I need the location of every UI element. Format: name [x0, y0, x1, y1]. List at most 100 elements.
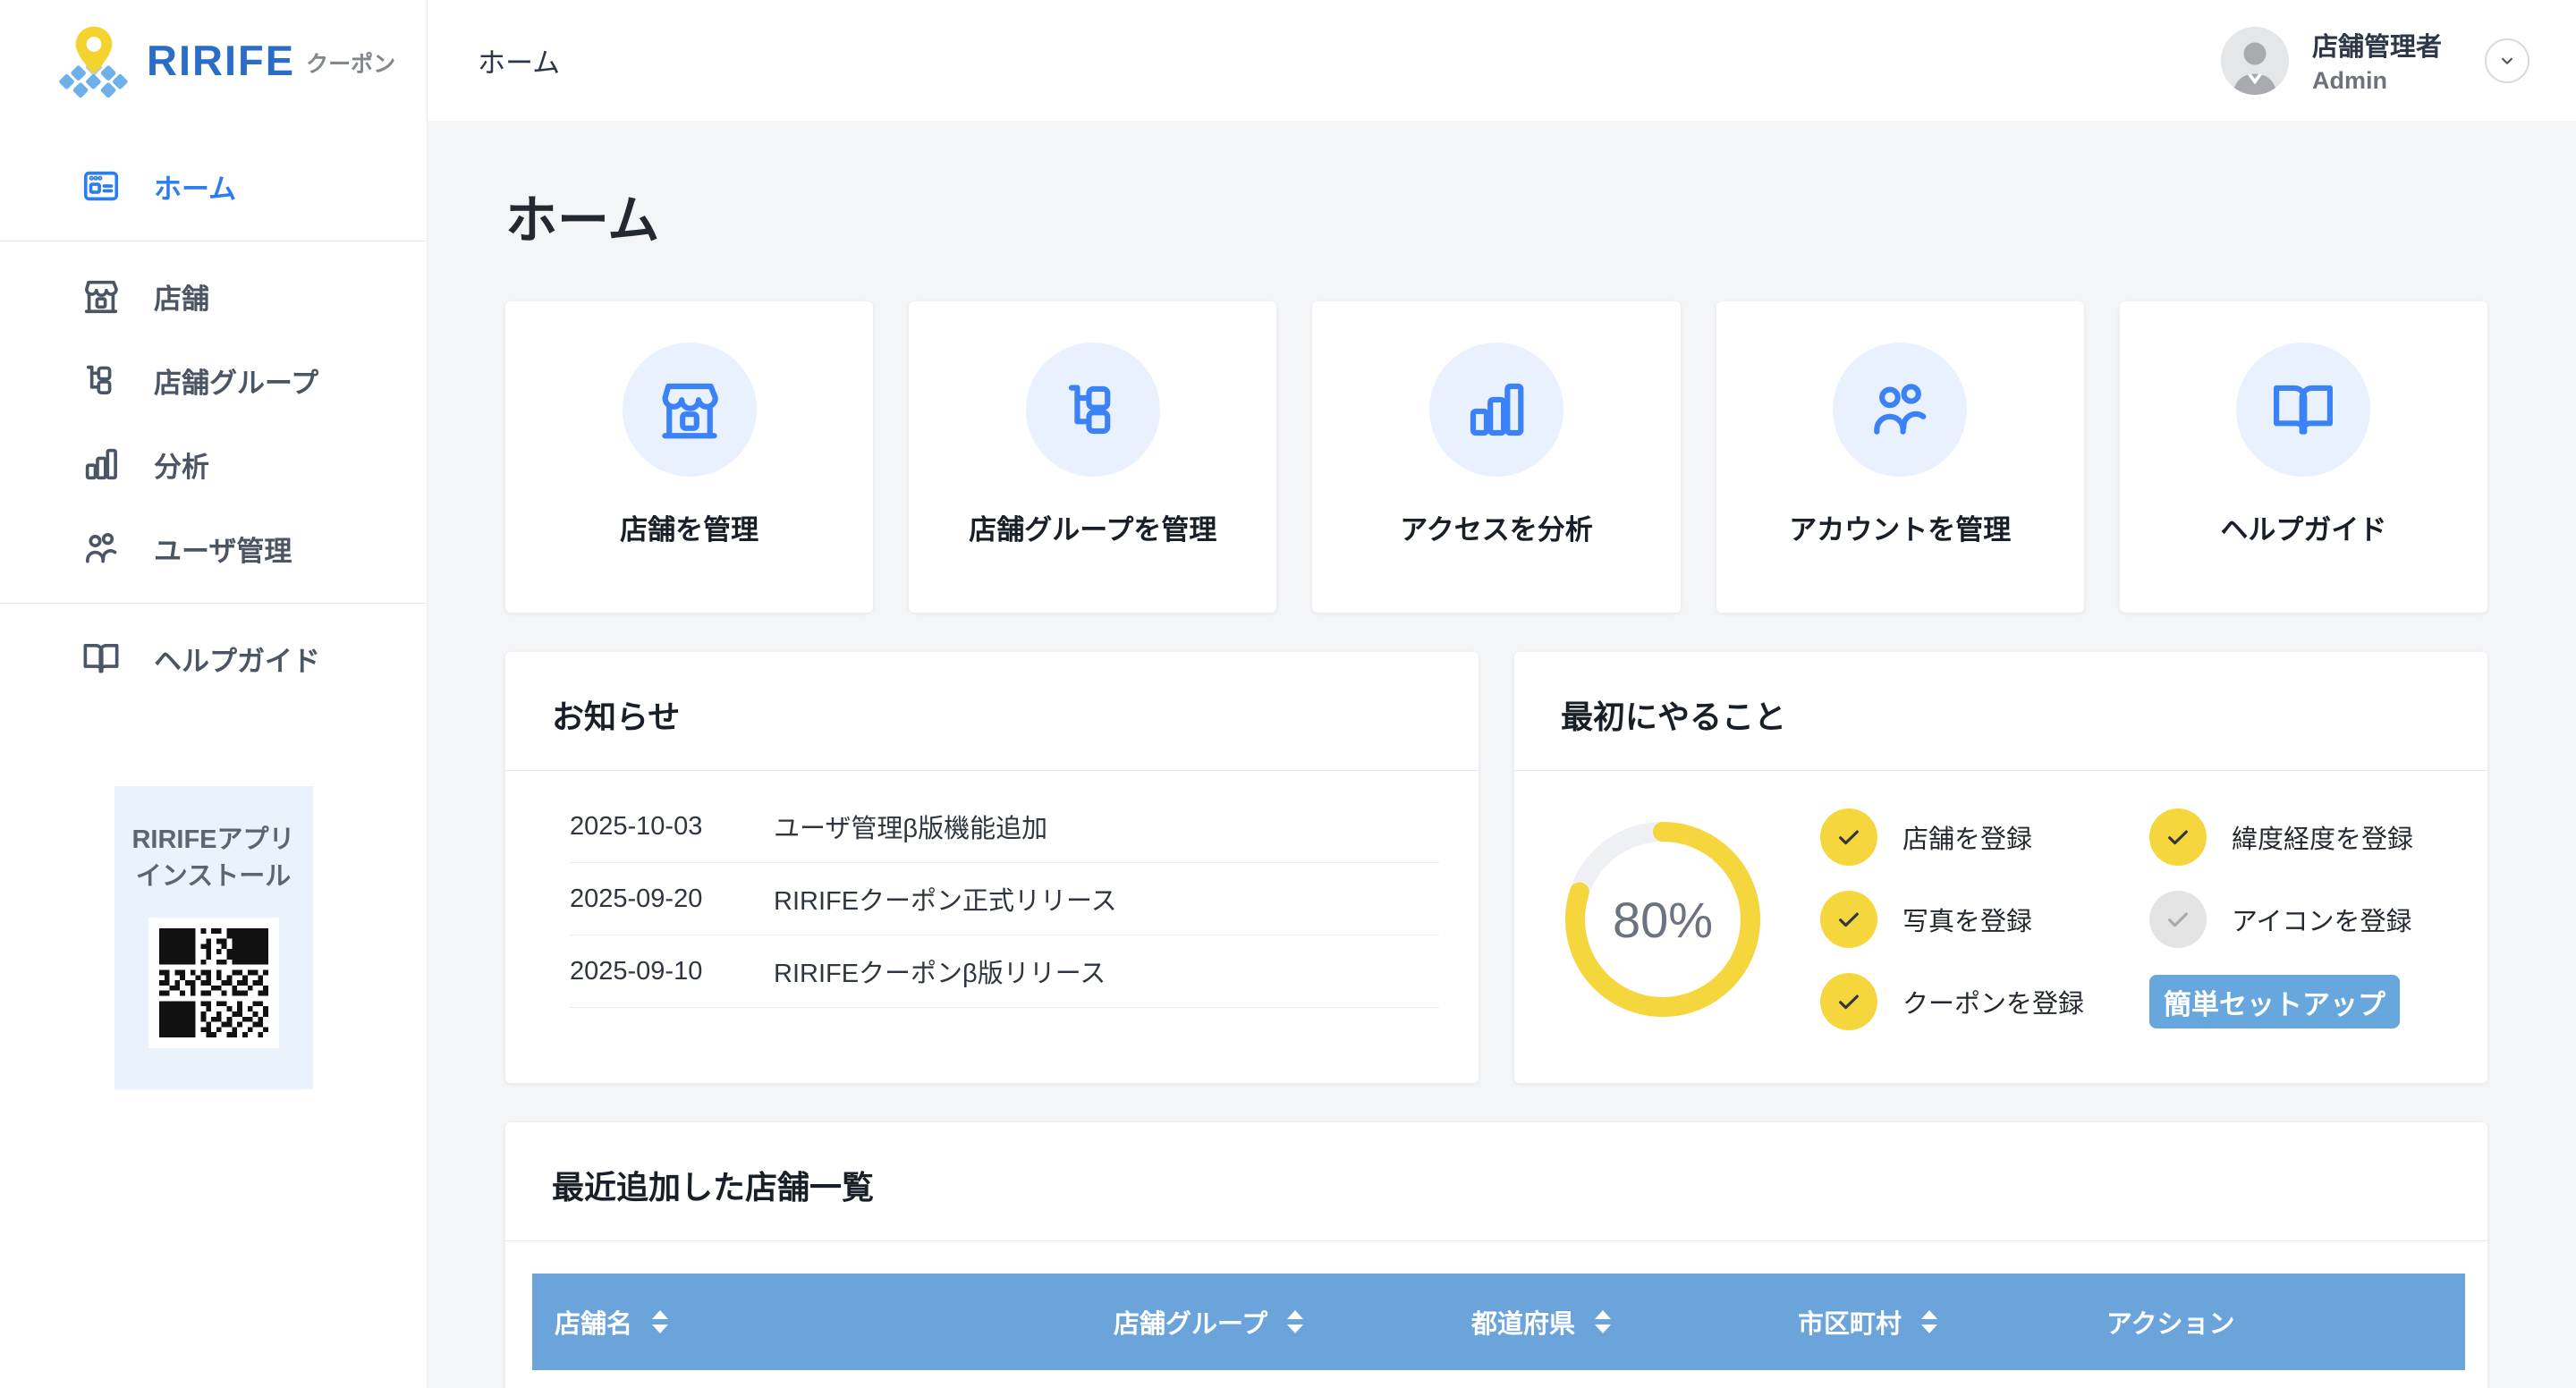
qr-code [148, 918, 279, 1048]
task-item: アイコンを登録 [2149, 891, 2413, 948]
store-icon [623, 343, 757, 477]
brand-logo[interactable]: RIRIFE クーポン [0, 0, 427, 121]
task-label: 写真を登録 [1902, 901, 2032, 938]
task-item: 緯度経度を登録 [2149, 808, 2413, 866]
book-icon [2236, 343, 2370, 477]
card-label: ヘルプガイド [2220, 507, 2386, 547]
news-item[interactable]: 2025-09-10 RIRIFEクーポンβ版リリース [570, 935, 1439, 1008]
column-header-action: アクション [2106, 1303, 2235, 1341]
chart-icon [1429, 343, 1563, 477]
app-install-box: RIRIFEアプリ インストール [114, 786, 313, 1089]
topbar: ホーム 店舗管理者 Admin [428, 0, 2576, 121]
news-date: 2025-10-03 [570, 812, 774, 842]
sidebar-item-user-management[interactable]: ユーザ管理 [0, 506, 427, 590]
column-header-city[interactable]: 市区町村 [1798, 1303, 2106, 1341]
news-title: お知らせ [505, 652, 1479, 770]
card-label: 店舗グループを管理 [969, 507, 1216, 547]
check-icon [1820, 808, 1877, 866]
sidebar: RIRIFE クーポン ホーム 店舗 店舗グループ 分析 ユーザ管理 ヘルプガ [0, 0, 428, 1388]
home-icon [80, 165, 122, 207]
sidebar-item-analytics[interactable]: 分析 [0, 422, 427, 506]
column-header-prefecture[interactable]: 都道府県 [1471, 1303, 1798, 1341]
sidebar-item-home[interactable]: ホーム [0, 144, 427, 228]
check-icon [1820, 891, 1877, 948]
easy-setup-button[interactable]: 簡単セットアップ [2149, 975, 2400, 1028]
book-icon [80, 638, 122, 679]
group-icon [80, 360, 122, 401]
sidebar-nav: ホーム 店舗 店舗グループ 分析 ユーザ管理 ヘルプガイド [0, 121, 427, 700]
getting-started-title: 最初にやること [1514, 652, 2487, 770]
card-manage-accounts[interactable]: アカウントを管理 [1716, 301, 2084, 613]
news-panel: お知らせ 2025-10-03 ユーザ管理β版機能追加 2025-09-20 R… [505, 652, 1479, 1083]
sidebar-item-label: 分析 [154, 444, 209, 485]
store-icon [80, 275, 122, 317]
card-help-guide[interactable]: ヘルプガイド [2120, 301, 2487, 613]
news-item[interactable]: 2025-09-20 RIRIFEクーポン正式リリース [570, 863, 1439, 935]
card-label: アカウントを管理 [1789, 507, 2011, 547]
news-date: 2025-09-10 [570, 957, 774, 986]
task-item: クーポンを登録 [1820, 973, 2135, 1030]
task-item: 店舗を登録 [1820, 808, 2135, 866]
recent-stores-panel: 最近追加した店舗一覧 店舗名 店舗グループ 都道府県 市区町村 [505, 1122, 2487, 1388]
sidebar-item-label: 店舗 [154, 276, 209, 317]
user-role: 店舗管理者 [2312, 26, 2442, 63]
sidebar-item-label: ホーム [154, 166, 236, 207]
table-header-row: 店舗名 店舗グループ 都道府県 市区町村 アクション [532, 1274, 2465, 1370]
card-manage-store-groups[interactable]: 店舗グループを管理 [909, 301, 1276, 613]
sidebar-item-help-guide[interactable]: ヘルプガイド [0, 616, 427, 700]
check-icon [2149, 891, 2207, 948]
recent-stores-title: 最近追加した店舗一覧 [505, 1122, 2487, 1240]
group-icon [1026, 343, 1160, 477]
sort-icon [652, 1310, 668, 1333]
breadcrumb: ホーム [478, 40, 560, 80]
task-label: クーポンを登録 [1902, 983, 2084, 1020]
card-label: 店舗を管理 [620, 507, 758, 547]
user-block: 店舗管理者 Admin [2221, 26, 2529, 95]
sidebar-item-label: 店舗グループ [154, 360, 318, 401]
news-date: 2025-09-20 [570, 884, 774, 914]
progress-percent-label: 80% [1555, 812, 1770, 1027]
chart-icon [80, 444, 122, 485]
chevron-down-icon [2496, 49, 2519, 72]
task-column-1: 店舗を登録 写真を登録 クーポンを登録 [1820, 808, 2135, 1055]
task-label: アイコンを登録 [2232, 901, 2412, 938]
brand-name: RIRIFE [147, 39, 295, 81]
content: ホーム 店舗を管理 店舗グループを管理 アクセスを分析 アカウントを管理 ヘルプ… [428, 121, 2576, 1388]
news-list: 2025-10-03 ユーザ管理β版機能追加 2025-09-20 RIRIFE… [570, 791, 1439, 1008]
column-header-store-name[interactable]: 店舗名 [555, 1303, 1114, 1341]
app-install-line2: インストール [114, 859, 313, 895]
news-item[interactable]: 2025-10-03 ユーザ管理β版機能追加 [570, 791, 1439, 863]
app-install-line1: RIRIFEアプリ [114, 822, 313, 859]
card-analyze-access[interactable]: アクセスを分析 [1312, 301, 1680, 613]
divider [505, 770, 1479, 771]
task-label: 店舗を登録 [1902, 818, 2032, 856]
sidebar-item-label: ユーザ管理 [154, 529, 292, 569]
progress-donut: 80% [1555, 812, 1770, 1027]
task-item: 写真を登録 [1820, 891, 2135, 948]
sidebar-divider [0, 603, 427, 604]
sidebar-item-label: ヘルプガイド [154, 639, 320, 679]
sort-icon [1595, 1310, 1611, 1333]
user-menu-button[interactable] [2485, 38, 2529, 83]
sort-icon [1287, 1310, 1303, 1333]
sidebar-item-store-group[interactable]: 店舗グループ [0, 338, 427, 422]
brand-suffix: クーポン [306, 47, 395, 81]
card-manage-stores[interactable]: 店舗を管理 [505, 301, 873, 613]
sort-icon [1921, 1310, 1937, 1333]
map-pin-grid-icon [55, 22, 132, 99]
card-label: アクセスを分析 [1400, 507, 1592, 547]
task-column-2: 緯度経度を登録 アイコンを登録 簡単セットアップ [2149, 808, 2413, 1055]
divider [505, 1240, 2487, 1241]
users-icon [80, 528, 122, 569]
avatar [2221, 27, 2289, 95]
main-column: ホーム 店舗管理者 Admin ホーム [428, 0, 2576, 1388]
news-text: RIRIFEクーポンβ版リリース [774, 952, 1106, 990]
user-texts: 店舗管理者 Admin [2312, 26, 2442, 95]
task-label: 緯度経度を登録 [2232, 818, 2413, 856]
getting-started-panel: 最初にやること 80% 店舗を登録 [1514, 652, 2487, 1083]
check-icon [1820, 973, 1877, 1030]
user-name: Admin [2312, 67, 2442, 95]
quick-cards: 店舗を管理 店舗グループを管理 アクセスを分析 アカウントを管理 ヘルプガイド [505, 301, 2487, 613]
column-header-store-group[interactable]: 店舗グループ [1114, 1303, 1471, 1341]
sidebar-item-store[interactable]: 店舗 [0, 254, 427, 338]
